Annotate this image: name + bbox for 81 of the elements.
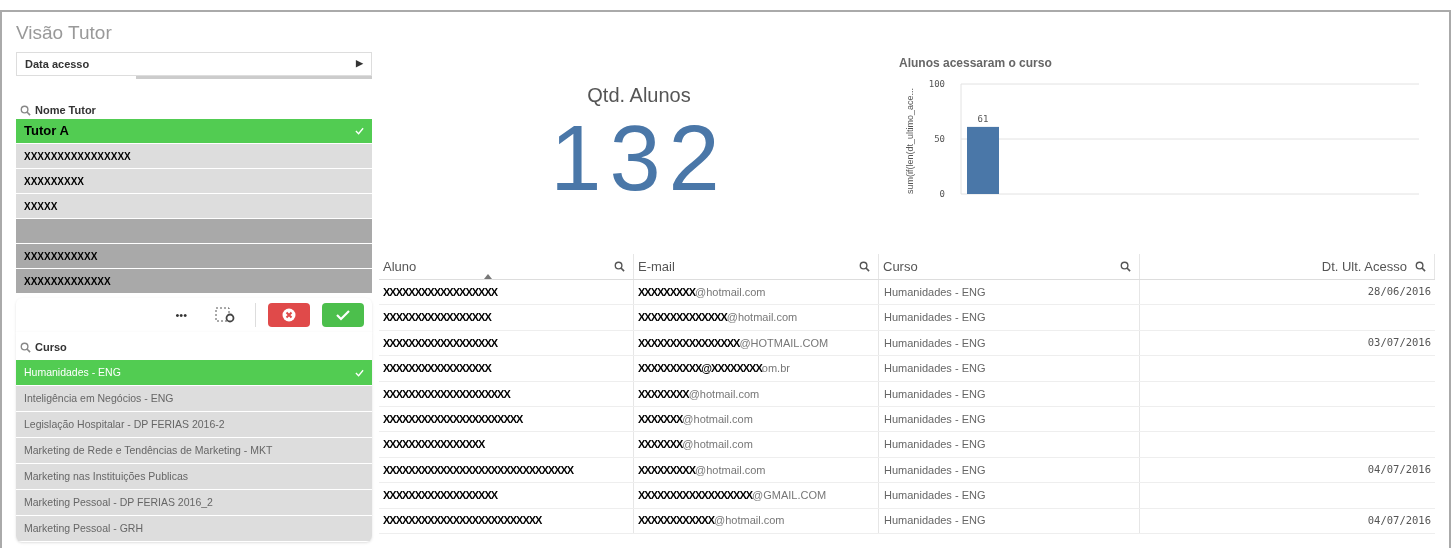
clear-selection-icon[interactable] (215, 307, 235, 323)
table-cell-text: 04/07/2016 (1366, 512, 1432, 528)
list-item[interactable]: Marketing Pessoal - DP FERIAS 2016_2 (16, 490, 372, 516)
column-header[interactable]: Aluno (379, 254, 634, 279)
table-cell: XXXXXXXXXXXXXXXXXX@GMAIL.COM (634, 483, 879, 508)
table-cell: XXXXXXXXXXXXXXXXX (379, 305, 634, 330)
kpi-value: 132 (550, 110, 728, 206)
bar-value-label: 61 (977, 113, 989, 124)
tick-label: 100 (928, 79, 945, 89)
list-item[interactable]: XXXXX (16, 194, 372, 219)
list-title: Curso (35, 339, 67, 355)
search-icon (1415, 261, 1426, 272)
list-item[interactable]: XXXXXXXXX (16, 169, 372, 194)
confirm-button[interactable] (322, 303, 364, 327)
table-cell: Humanidades - ENG (879, 483, 1140, 508)
filter-label: Data acesso (25, 56, 90, 72)
list-item[interactable]: Marketing Pessoal - GRH (16, 516, 372, 542)
list-item[interactable]: Legislação Hospitalar - DP FERIAS 2016-2 (16, 412, 372, 438)
axis-title: sum(if(len(dt_ultimo_ace... (905, 87, 915, 194)
close-icon (282, 308, 296, 322)
sort-indicator (484, 274, 492, 279)
table-cell: Humanidades - ENG (879, 457, 1140, 483)
search-icon (20, 341, 31, 353)
search-icon (1120, 261, 1131, 272)
date-filter[interactable]: Data acesso ▶ (16, 52, 372, 76)
table-cell: Humanidades - ENG (879, 508, 1140, 533)
check-icon (355, 127, 364, 135)
table-cell: XXXXXXXXXXXX@hotmail.com (634, 508, 879, 533)
table-cell-text: 04/07/2016 (1366, 462, 1432, 478)
table-cell: XXXXXXXXXXXXXXXXXX (379, 330, 634, 356)
search-icon (614, 261, 625, 272)
table-cell: XXXXXXXXXXXXXX@hotmail.com (634, 305, 879, 330)
tick-label: 0 (939, 189, 945, 199)
kpi-label: Qtd. Alunos (587, 83, 691, 108)
list-item[interactable]: Inteligência em Negócios - ENG (16, 386, 372, 412)
table-cell: XXXXXXXXXXXXXXXXXXXX (379, 381, 634, 406)
table-cell: XXXXXXX@hotmail.com (634, 432, 879, 457)
list-item[interactable]: Tutor A (16, 119, 372, 144)
table-cell: XXXXXXXXXXXXXXXXX (379, 356, 634, 381)
list-item[interactable]: XXXXXXXXXXXXXXXX (16, 144, 372, 169)
table-cell: XXXXXXXXX@hotmail.com (634, 280, 879, 305)
search-icon (20, 104, 31, 116)
table-cell: Humanidades - ENG (879, 381, 1140, 406)
list-item[interactable]: Marketing de Rede e Tendências de Marketing - MKT (16, 438, 372, 464)
table-cell: XXXXXXXXXXXXXXXX@HOTMAIL.COM (634, 330, 879, 356)
table-cell: XXXXXXXXXXXXXXXXXXXXXXXXX (379, 508, 634, 533)
list-item[interactable]: XXXXXXXXXXX (16, 244, 372, 269)
table-cell: XXXXXXXXXXXXXXXXXXXXXX (379, 406, 634, 432)
tick-label: 50 (934, 134, 945, 144)
table-cell: XXXXXXXXXXXXXXXXXXXXXXXXXXXXXX (379, 457, 634, 483)
table-cell: XXXXXXXX@hotmail.com (634, 381, 879, 406)
table-cell: XXXXXXXXXXXXXXXXXX (379, 483, 634, 508)
list-item[interactable]: XXXXXXXXXXXXX (16, 269, 372, 294)
chart-title: Alunos acessaram o curso (899, 55, 1053, 72)
list-item[interactable]: Marketing nas Instituições Publicas (16, 464, 372, 490)
table-cell: XXXXXXXXXXXXXXXXXX (379, 280, 634, 305)
table-cell: XXXXXXXXXXXXXXXX (379, 432, 634, 457)
table-cell-text: 03/07/2016 (1366, 335, 1432, 351)
search-icon (859, 261, 870, 272)
table-cell: XXXXXXXXX@hotmail.com (634, 457, 879, 483)
list-item[interactable] (16, 219, 372, 244)
table-cell: Humanidades - ENG (879, 280, 1140, 305)
table-cell: XXXXXXXXXX@XXXXXXXXom.br (634, 356, 879, 381)
table-cell: Humanidades - ENG (879, 356, 1140, 381)
table-cell: Humanidades - ENG (879, 432, 1140, 457)
table-cell: Humanidades - ENG (879, 305, 1140, 330)
table-cell: Humanidades - ENG (879, 406, 1140, 432)
expand-arrow[interactable]: ▶ (356, 57, 363, 71)
table-cell-text: 28/06/2016 (1366, 284, 1432, 300)
list-title: Nome Tutor (35, 102, 96, 118)
check-icon (355, 368, 364, 377)
cancel-button[interactable] (268, 303, 310, 327)
scrollbar[interactable] (136, 76, 372, 79)
more-button[interactable]: ••• (167, 306, 195, 324)
column-header[interactable]: Dt. Ult. Acesso (1140, 254, 1435, 279)
column-header[interactable]: E-mail (634, 254, 879, 279)
table-cell: XXXXXXX@hotmail.com (634, 406, 879, 432)
column-header[interactable]: Curso (879, 254, 1140, 279)
page-title: Visão Tutor (16, 22, 113, 44)
check-icon (336, 309, 350, 321)
table-cell: Humanidades - ENG (879, 330, 1140, 356)
